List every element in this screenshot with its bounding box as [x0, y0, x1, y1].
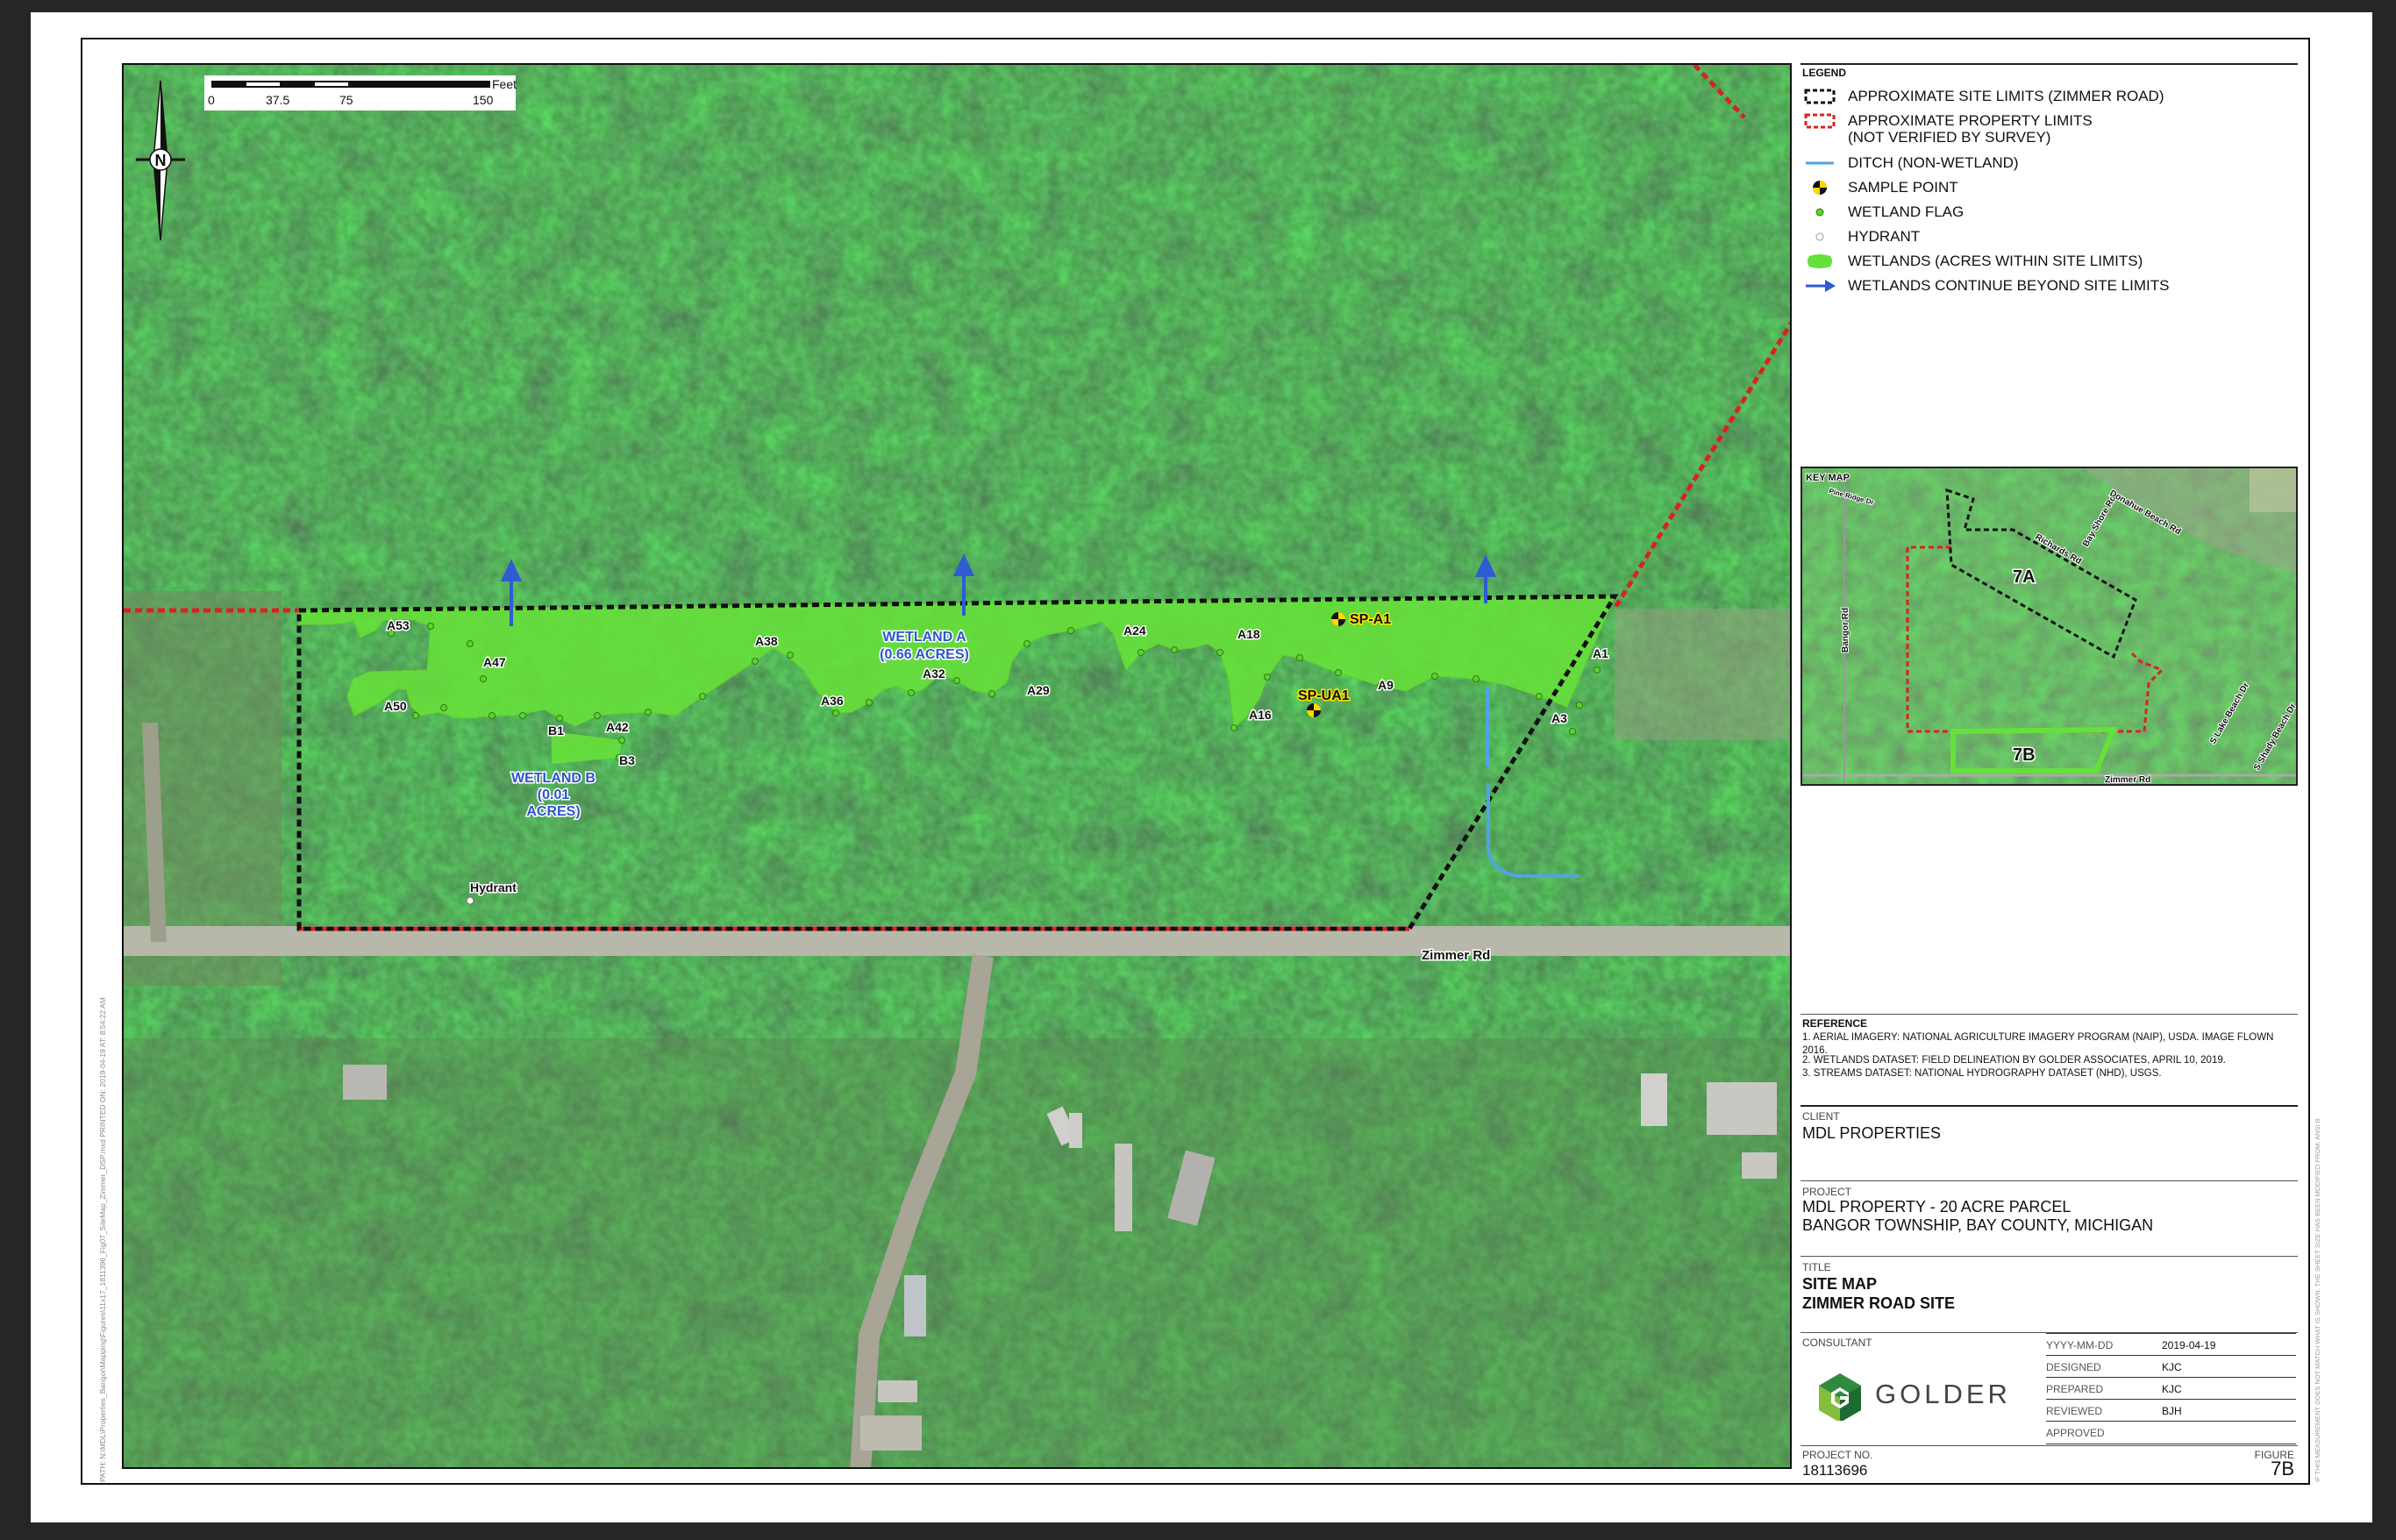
legend-item-site-limits: APPROXIMATE SITE LIMITS (ZIMMER ROAD)	[1801, 84, 2298, 107]
drawing-subtitle: ZIMMER ROAD SITE	[1802, 1294, 1955, 1312]
meta-row-designed: DESIGNED KJC	[2046, 1355, 2296, 1378]
wetland-a-label: WETLAND A	[882, 630, 966, 645]
building	[1115, 1144, 1132, 1231]
blue-arrow-icon	[1804, 277, 1836, 295]
aerial-map[interactable]: A53 A47 A50 A38 A36 A32 A29 A24 A18 A16 …	[122, 63, 1792, 1469]
flag-label: A36	[821, 694, 844, 708]
client-heading: CLIENT	[1802, 1110, 1840, 1123]
svg-text:Feet: Feet	[492, 77, 517, 91]
legend-item-property-limits: APPROXIMATE PROPERTY LIMITS (NOT VERIFIE…	[1801, 109, 2298, 146]
black-dashed-box-icon	[1804, 88, 1836, 105]
sample-point-label: SP-UA1	[1298, 688, 1350, 703]
sample-point-icon	[1307, 703, 1321, 717]
golder-logo: GOLDER	[1815, 1368, 2043, 1422]
building	[343, 1065, 387, 1100]
hydrant-point	[466, 896, 474, 905]
meta-row-prepared: PREPARED KJC	[2046, 1377, 2296, 1400]
building	[1707, 1082, 1777, 1135]
svg-text:150: 150	[473, 93, 494, 107]
svg-text:0: 0	[208, 93, 215, 107]
drawing-title: SITE MAP	[1802, 1275, 1878, 1293]
reference-title: REFERENCE	[1802, 1017, 1868, 1030]
flag-label: A32	[923, 667, 945, 681]
flag-label: A38	[755, 634, 778, 648]
scale-bar: Feet 0 37.5 75 150	[204, 75, 517, 111]
client-name: MDL PROPERTIES	[1802, 1124, 1942, 1142]
flag-label: A53	[387, 618, 410, 632]
meta-row-date: YYYY-MM-DD 2019-04-19	[2046, 1333, 2296, 1356]
meta-row-reviewed: REVIEWED BJH	[2046, 1399, 2296, 1422]
title-heading: TITLE	[1802, 1261, 1831, 1273]
blue-line-icon	[1804, 154, 1836, 172]
key-label-7a: 7A	[2013, 567, 2036, 587]
field	[2250, 468, 2296, 512]
project-line: MDL PROPERTY - 20 ACRE PARCEL	[1802, 1198, 2072, 1216]
road-label: Bangor Rd	[1841, 608, 1850, 652]
wetland-a-label: (0.66 ACRES)	[880, 647, 969, 662]
sample-point-icon	[1804, 179, 1836, 196]
svg-text:37.5: 37.5	[266, 93, 289, 107]
building	[1069, 1113, 1082, 1148]
key-title: KEY MAP	[1806, 473, 1850, 483]
svg-text:N: N	[155, 152, 167, 169]
building	[878, 1380, 917, 1402]
project-heading: PROJECT	[1802, 1186, 1852, 1198]
key-label-7b: 7B	[2013, 745, 2036, 765]
legend-item-continue: WETLANDS CONTINUE BEYOND SITE LIMITS	[1801, 274, 2298, 296]
consultant-heading: CONSULTANT	[1802, 1337, 1872, 1349]
legend-title: LEGEND	[1802, 67, 1847, 79]
flag-label: A42	[606, 720, 629, 734]
wetland-b-label: (0.01	[538, 788, 570, 802]
legend-item-wetland-flag: WETLAND FLAG	[1801, 200, 2298, 223]
white-dot-icon	[1804, 228, 1836, 246]
svg-text:GOLDER: GOLDER	[1875, 1379, 2011, 1409]
building	[860, 1415, 922, 1451]
road-label: Zimmer Rd	[1422, 948, 1490, 963]
green-fill-icon	[1804, 253, 1836, 270]
sheet-size-note: IF THIS MEASUREMENT DOES NOT MATCH WHAT …	[2314, 1118, 2321, 1482]
flag-label: A18	[1237, 627, 1260, 641]
wetland-b-label: ACRES)	[526, 804, 580, 819]
building	[1742, 1152, 1777, 1179]
legend-item-hydrant: HYDRANT	[1801, 225, 2298, 247]
flag-label: A9	[1378, 678, 1394, 692]
flag-label: B1	[548, 724, 564, 738]
project-line: BANGOR TOWNSHIP, BAY COUNTY, MICHIGAN	[1802, 1216, 2154, 1234]
green-dot-icon	[1804, 203, 1836, 221]
flag-label: A1	[1593, 646, 1608, 660]
side-lane	[142, 722, 167, 943]
hydrant-label: Hydrant	[470, 881, 517, 895]
building	[904, 1275, 926, 1337]
flag-label: A3	[1551, 711, 1567, 725]
legend-top-rule	[1801, 63, 2298, 65]
wetland-b-label: WETLAND B	[511, 771, 595, 786]
sample-point-icon	[1331, 612, 1345, 626]
reference-line: 3. STREAMS DATASET: NATIONAL HYDROGRAPHY…	[1802, 1068, 2162, 1079]
flag-label: A29	[1027, 683, 1050, 697]
map-canvas: A53 A47 A50 A38 A36 A32 A29 A24 A18 A16 …	[124, 65, 1790, 1467]
reference-line: 2. WETLANDS DATASET: FIELD DELINEATION B…	[1802, 1055, 2226, 1066]
file-path-note: PATH: N:\MDL\Properties_Bangor\Mapping\F…	[98, 997, 107, 1482]
legend-item-wetlands: WETLANDS (ACRES WITHIN SITE LIMITS)	[1801, 249, 2298, 272]
flag-label: A47	[483, 655, 506, 669]
building	[1641, 1073, 1667, 1126]
red-dashed-box-icon	[1804, 112, 1836, 130]
legend-item-ditch: DITCH (NON-WETLAND)	[1801, 151, 2298, 174]
flag-label: B3	[619, 753, 635, 767]
svg-text:75: 75	[339, 93, 353, 107]
flag-label: A24	[1123, 624, 1146, 638]
figure-number: 7B	[2271, 1458, 2294, 1479]
road-label: Zimmer Rd	[2105, 775, 2150, 784]
legend-item-sample-point: SAMPLE POINT	[1801, 175, 2298, 198]
flag-label: A16	[1249, 708, 1272, 722]
meta-row-approved: APPROVED	[2046, 1421, 2296, 1444]
sample-point-label: SP-A1	[1350, 612, 1391, 627]
flag-label: A50	[384, 699, 407, 713]
project-no: 18113696	[1802, 1462, 1868, 1479]
project-no-heading: PROJECT NO.	[1802, 1449, 1873, 1461]
clearing-right	[1615, 609, 1790, 740]
key-map[interactable]: 7A 7B KEY MAP Bay Shore Rd Donahue Beach…	[1801, 467, 2298, 786]
